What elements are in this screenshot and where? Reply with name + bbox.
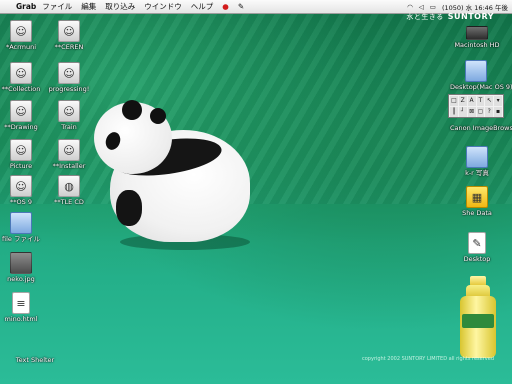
icon-label: Desktop bbox=[463, 255, 491, 263]
lego-icon: ▦ bbox=[466, 186, 488, 208]
avatar-icon: ☺ bbox=[10, 100, 32, 122]
desktop-icon-text-shelter[interactable]: Text Shelter bbox=[10, 356, 60, 364]
menu-file[interactable]: ファイル bbox=[42, 1, 72, 12]
document-icon: ≡ bbox=[12, 292, 30, 314]
folder-icon bbox=[465, 60, 487, 82]
desktop-icon-progressing[interactable]: ☺ progressing! bbox=[46, 62, 92, 93]
icon-label: **Drawing bbox=[4, 123, 38, 131]
avatar-icon: ☺ bbox=[10, 62, 32, 84]
menu-edit[interactable]: 編集 bbox=[81, 1, 96, 12]
menu-window[interactable]: ウインドウ bbox=[144, 1, 182, 12]
floating-tool-palette[interactable]: □ Z A T ↖ ▾ ┃ ┘ ⊠ ▢ ? ▪ bbox=[448, 94, 504, 118]
desktop-icon-os9[interactable]: ☺ **OS 9 bbox=[0, 175, 44, 206]
panda-leg bbox=[116, 190, 142, 226]
palette-button[interactable]: ▾ bbox=[494, 96, 502, 106]
desktop-icon-installer[interactable]: ☺ **Installer bbox=[46, 139, 92, 170]
avatar-icon: ☺ bbox=[10, 175, 32, 197]
script-menu-icon[interactable]: ● bbox=[222, 2, 229, 11]
desktop-icon-she-data[interactable]: ▦ She Data bbox=[454, 186, 500, 217]
desktop-icon-collection[interactable]: ☺ **Collection bbox=[0, 62, 44, 93]
palette-button[interactable]: □ bbox=[450, 96, 458, 106]
desktop-icon-ceren[interactable]: ☺ **CEREN bbox=[46, 20, 92, 51]
icon-label: **Collection bbox=[1, 85, 41, 93]
document-icon: ✎ bbox=[468, 232, 486, 254]
bottle-label bbox=[462, 314, 494, 328]
palette-button[interactable]: ⊠ bbox=[467, 107, 476, 117]
battery-icon[interactable]: ▭ bbox=[430, 3, 436, 11]
palette-button[interactable]: ▢ bbox=[476, 107, 485, 117]
photo-icon bbox=[10, 252, 32, 274]
icon-label: k-r 写真 bbox=[465, 169, 489, 177]
icon-label: Macintosh HD bbox=[454, 41, 500, 49]
avatar-icon: ☺ bbox=[58, 62, 80, 84]
palette-button[interactable]: ┃ bbox=[450, 107, 458, 117]
panda-ear bbox=[150, 108, 166, 124]
icon-label: *Acrmuni bbox=[5, 43, 37, 51]
drink-bottle-image bbox=[458, 276, 498, 360]
desktop-icon-train[interactable]: ☺ Train bbox=[46, 100, 92, 131]
icon-label: **Installer bbox=[52, 162, 86, 170]
panda-ear bbox=[122, 100, 142, 120]
wifi-icon[interactable]: ◠ bbox=[407, 3, 413, 11]
icon-label: **OS 9 bbox=[10, 198, 32, 206]
copyright-text: copyright 2002 SUNTORY LIMITED all right… bbox=[362, 356, 494, 362]
icon-label: Text Shelter bbox=[15, 356, 55, 364]
desktop-icon-mino-html[interactable]: ≡ mino.html bbox=[0, 292, 44, 323]
menu-capture[interactable]: 取り込み bbox=[105, 1, 135, 12]
icon-label: Picture bbox=[9, 162, 33, 170]
menu-help[interactable]: ヘルプ bbox=[191, 1, 214, 12]
icon-label: Train bbox=[61, 123, 77, 131]
desktop-icon-kr-photo[interactable]: k-r 写真 bbox=[454, 146, 500, 177]
avatar-icon: ☺ bbox=[10, 20, 32, 42]
desktop-icon-desktop-os9[interactable]: Desktop(Mac OS 9) bbox=[450, 60, 512, 91]
avatar-icon: ☺ bbox=[58, 20, 80, 42]
avatar-icon: ☺ bbox=[10, 139, 32, 161]
icon-label: **CEREN bbox=[54, 43, 84, 51]
palette-button[interactable]: ? bbox=[485, 107, 494, 117]
avatar-icon: ◍ bbox=[58, 175, 80, 197]
volume-icon[interactable]: ◁ bbox=[419, 3, 424, 11]
icon-label: Canon ImageBrowser bbox=[450, 124, 512, 132]
icon-label: Desktop(Mac OS 9) bbox=[450, 83, 512, 91]
icon-label: mino.html bbox=[4, 315, 38, 323]
desktop-icon-acrmuni[interactable]: ☺ *Acrmuni bbox=[0, 20, 44, 51]
icon-label: progressing! bbox=[48, 85, 90, 93]
avatar-icon: ☺ bbox=[58, 100, 80, 122]
icon-label: neko.jpg bbox=[7, 275, 35, 283]
desktop-icon-macintosh-hd[interactable]: Macintosh HD bbox=[454, 20, 500, 49]
desktop-icon-desktop[interactable]: ✎ Desktop bbox=[454, 232, 500, 263]
desktop-icon-picture[interactable]: ☺ Picture bbox=[0, 139, 44, 170]
palette-button[interactable]: T bbox=[476, 96, 485, 106]
icon-label: She Data bbox=[462, 209, 492, 217]
desktop-icon-file-folder[interactable]: file ファイル bbox=[0, 212, 44, 243]
palette-button[interactable]: ┘ bbox=[458, 107, 467, 117]
palette-button[interactable]: Z bbox=[458, 96, 467, 106]
palette-button[interactable]: A bbox=[467, 96, 476, 106]
panda-photo bbox=[92, 98, 252, 250]
avatar-icon: ☺ bbox=[58, 139, 80, 161]
desktop-icon-canon-imagebrowser[interactable]: Canon ImageBrowser bbox=[450, 124, 512, 132]
palette-button[interactable]: ▪ bbox=[494, 107, 502, 117]
desktop-icon-tle-cd[interactable]: ◍ **TLE CD bbox=[46, 175, 92, 206]
icon-label: file ファイル bbox=[2, 235, 40, 243]
folder-icon bbox=[466, 146, 488, 168]
brand-tagline: 水と生きる bbox=[406, 13, 444, 21]
desktop-icon-drawing[interactable]: ☺ **Drawing bbox=[0, 100, 44, 131]
desktop-icon-neko-jpg[interactable]: neko.jpg bbox=[0, 252, 44, 283]
folder-icon bbox=[10, 212, 32, 234]
hard-drive-icon bbox=[466, 26, 488, 40]
app-menu[interactable]: Grab bbox=[16, 2, 36, 11]
pen-icon[interactable]: ✎ bbox=[238, 2, 244, 11]
clock-status[interactable]: (1050) 水 16:46 午後 bbox=[442, 2, 508, 12]
icon-label: **TLE CD bbox=[54, 198, 84, 206]
palette-button[interactable]: ↖ bbox=[485, 96, 494, 106]
